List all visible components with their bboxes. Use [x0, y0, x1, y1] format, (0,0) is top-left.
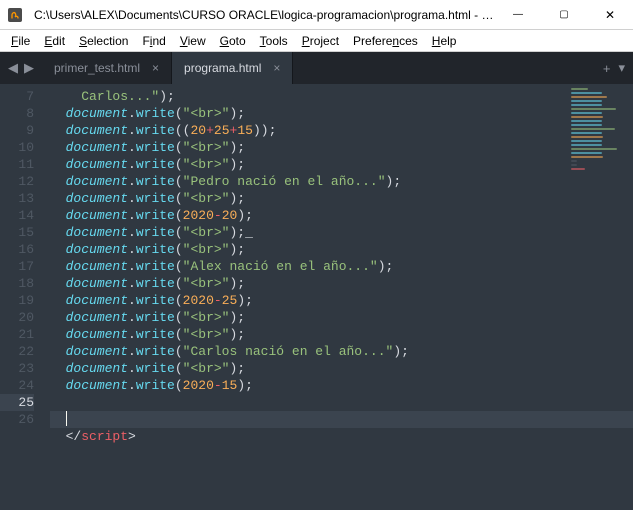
menu-selection[interactable]: Selection — [72, 32, 135, 50]
nav-back-icon[interactable]: ◀ — [8, 60, 18, 76]
tab-close-icon[interactable]: × — [273, 61, 280, 75]
tab-programa[interactable]: programa.html × — [172, 52, 293, 84]
tab-label: programa.html — [184, 61, 261, 75]
editor[interactable]: 7 8 9 10 11 12 13 14 15 16 17 18 19 20 2… — [0, 84, 633, 510]
menu-file[interactable]: File — [4, 32, 37, 50]
line-number-gutter: 7 8 9 10 11 12 13 14 15 16 17 18 19 20 2… — [0, 84, 44, 510]
menu-view[interactable]: View — [173, 32, 213, 50]
menu-preferences[interactable]: Preferences — [346, 32, 425, 50]
menu-find[interactable]: Find — [135, 32, 172, 50]
menu-edit[interactable]: Edit — [37, 32, 72, 50]
menu-project[interactable]: Project — [295, 32, 346, 50]
title-bar: C:\Users\ALEX\Documents\CURSO ORACLE\log… — [0, 0, 633, 30]
tab-bar: ◀ ▶ primer_test.html × programa.html × +… — [0, 52, 633, 84]
app-icon — [0, 0, 30, 30]
menu-bar: File Edit Selection Find View Goto Tools… — [0, 30, 633, 52]
menu-help[interactable]: Help — [425, 32, 464, 50]
tab-history-nav: ◀ ▶ — [0, 52, 42, 84]
window-controls: — ▢ ✕ — [495, 0, 633, 29]
text-cursor — [66, 411, 67, 426]
code-area[interactable]: Carlos..."); document.write("<br>"); doc… — [44, 84, 633, 510]
maximize-button[interactable]: ▢ — [541, 0, 587, 29]
menu-tools[interactable]: Tools — [253, 32, 295, 50]
tab-label: primer_test.html — [54, 61, 140, 75]
menu-goto[interactable]: Goto — [213, 32, 253, 50]
tab-primer-test[interactable]: primer_test.html × — [42, 52, 172, 84]
close-button[interactable]: ✕ — [587, 0, 633, 29]
tab-dropdown-icon[interactable]: ▾ — [618, 60, 625, 76]
new-tab-icon[interactable]: + — [603, 61, 611, 76]
nav-forward-icon[interactable]: ▶ — [24, 60, 34, 76]
minimize-button[interactable]: — — [495, 0, 541, 29]
tab-close-icon[interactable]: × — [152, 61, 159, 75]
window-title: C:\Users\ALEX\Documents\CURSO ORACLE\log… — [30, 8, 495, 22]
